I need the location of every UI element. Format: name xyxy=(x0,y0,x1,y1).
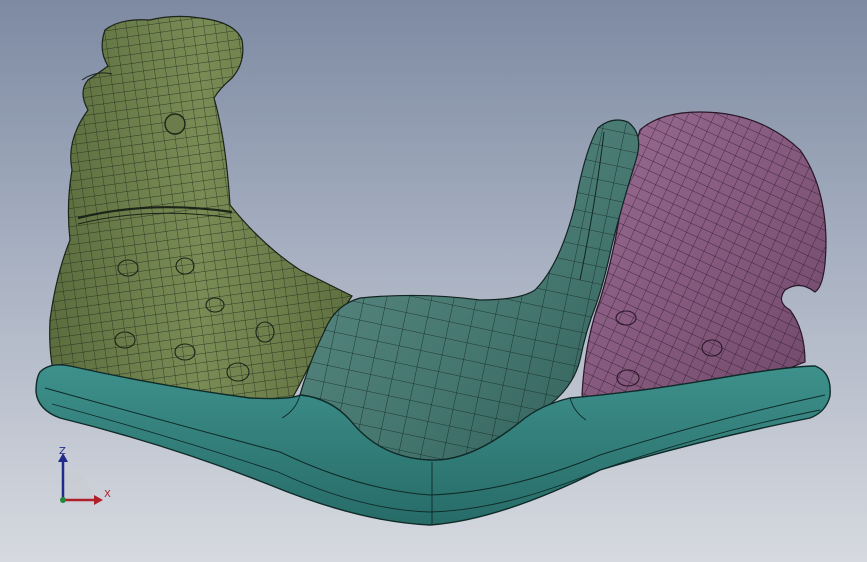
triad-origin xyxy=(60,497,66,503)
rooster-eye-feature xyxy=(164,113,186,135)
rooster-body-part[interactable] xyxy=(49,15,353,423)
graphics-viewport[interactable]: Z X xyxy=(0,0,867,562)
model-scene[interactable]: Z X xyxy=(0,0,867,562)
coordinate-triad: Z X xyxy=(58,446,111,505)
x-axis-label: X xyxy=(104,489,111,500)
triad-plane-indicator xyxy=(63,470,93,500)
z-axis-label: Z xyxy=(59,446,66,457)
